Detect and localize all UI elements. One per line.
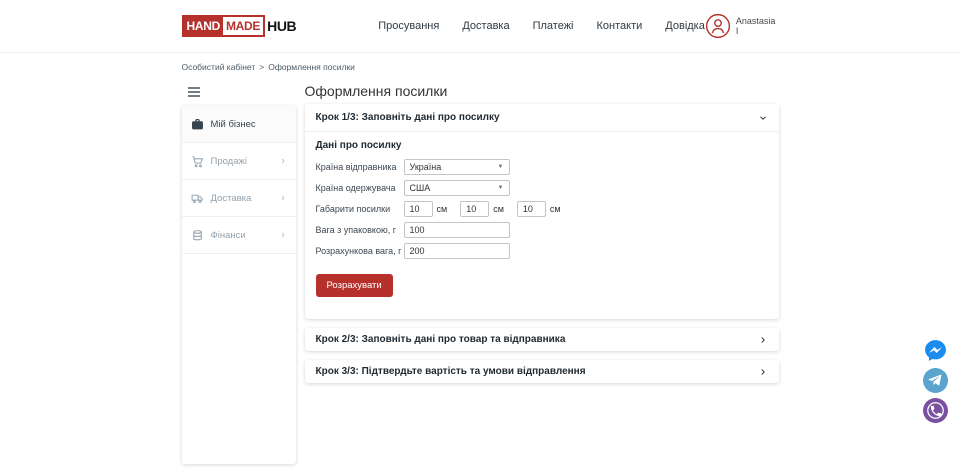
breadcrumb: Особистий кабінет> Оформлення посилки: [182, 62, 779, 72]
logo[interactable]: HAND MADE HUB: [182, 15, 297, 37]
step3-title: Крок 3/3: Підтвердьте вартість та умови …: [316, 366, 586, 377]
dimensions-label: Габарити посилки: [316, 204, 404, 214]
sidebar: Мій бізнес Продажі: [182, 84, 296, 464]
social-widgets: [923, 338, 948, 423]
chevron-right-icon: [758, 335, 768, 345]
step2-card: Крок 2/3: Заповніть дані про товар та ві…: [305, 328, 779, 351]
chevron-right-icon: [279, 194, 287, 202]
cart-icon: [191, 155, 204, 168]
header: HAND MADE HUB Просування Доставка Платеж…: [0, 0, 960, 53]
nav-delivery[interactable]: Доставка: [462, 20, 509, 32]
step3-header[interactable]: Крок 3/3: Підтвердьте вартість та умови …: [305, 360, 779, 383]
logo-text-hand: HAND: [184, 17, 223, 35]
menu-icon: [188, 85, 200, 100]
dimension-height-input[interactable]: [517, 201, 546, 217]
menu-toggle-button[interactable]: [182, 84, 206, 101]
sidebar-item-my-business[interactable]: Мій бізнес: [182, 106, 296, 143]
step2-header[interactable]: Крок 2/3: Заповніть дані про товар та ві…: [305, 328, 779, 351]
sender-country-select[interactable]: Україна ▼: [404, 159, 510, 175]
packed-weight-label: Вага з упаковкою, г: [316, 225, 404, 235]
main-nav: Просування Доставка Платежі Контакти Дов…: [378, 20, 705, 32]
chevron-right-icon: [279, 231, 287, 239]
step1-card: Крок 1/3: Заповніть дані про посилку Дан…: [305, 104, 779, 319]
receiver-country-select[interactable]: США ▼: [404, 180, 510, 196]
main-content: Оформлення посилки Крок 1/3: Заповніть д…: [305, 84, 779, 392]
coins-icon: [191, 229, 204, 242]
dimension-unit: см: [437, 204, 448, 214]
user-menu[interactable]: Anastasia I: [705, 13, 779, 39]
chevron-right-icon: [279, 157, 287, 165]
step1-header[interactable]: Крок 1/3: Заповніть дані про посилку: [305, 104, 779, 132]
breadcrumb-separator: >: [259, 62, 264, 72]
dropdown-arrow-icon: ▼: [498, 164, 504, 170]
briefcase-icon: [191, 118, 204, 131]
chevron-right-icon: [758, 367, 768, 377]
step1-title: Крок 1/3: Заповніть дані про посилку: [316, 112, 500, 123]
sidebar-item-finance[interactable]: Фінанси: [182, 217, 296, 254]
sidebar-item-sales[interactable]: Продажі: [182, 143, 296, 180]
step2-title: Крок 2/3: Заповніть дані про товар та ві…: [316, 334, 566, 345]
sidebar-item-label: Продажі: [211, 156, 247, 167]
sidebar-menu: Мій бізнес Продажі: [182, 106, 296, 464]
dimension-length-input[interactable]: [404, 201, 433, 217]
breadcrumb-home[interactable]: Особистий кабінет: [182, 62, 256, 72]
dimension-width-input[interactable]: [460, 201, 489, 217]
viber-button[interactable]: [923, 398, 948, 423]
packed-weight-input[interactable]: [404, 222, 510, 238]
sender-country-label: Країна відправника: [316, 162, 404, 172]
page-title: Оформлення посилки: [305, 84, 779, 99]
truck-icon: [191, 192, 204, 205]
logo-box: HAND MADE: [182, 15, 266, 37]
viber-icon: [923, 398, 948, 423]
messenger-button[interactable]: [923, 338, 948, 363]
nav-promotion[interactable]: Просування: [378, 20, 439, 32]
step3-card: Крок 3/3: Підтвердьте вартість та умови …: [305, 360, 779, 383]
form-section-title: Дані про посилку: [316, 140, 768, 151]
calculate-button[interactable]: Розрахувати: [316, 274, 393, 297]
calc-weight-label: Розрахункова вага, г: [316, 246, 404, 256]
nav-help[interactable]: Довідка: [665, 20, 705, 32]
parcel-form: Дані про посилку Країна відправника Укра…: [305, 132, 779, 319]
dimension-unit: см: [550, 204, 561, 214]
dimension-unit: см: [493, 204, 504, 214]
receiver-country-label: Країна одержувача: [316, 183, 404, 193]
sidebar-item-label: Фінанси: [211, 230, 246, 241]
sidebar-item-label: Мій бізнес: [211, 119, 256, 130]
user-avatar-icon: [705, 13, 731, 39]
messenger-icon: [923, 338, 948, 363]
chevron-down-icon: [758, 113, 768, 123]
telegram-icon: [923, 368, 948, 393]
calc-weight-input[interactable]: [404, 243, 510, 259]
logo-text-made: MADE: [223, 17, 263, 35]
telegram-button[interactable]: [923, 368, 948, 393]
nav-contacts[interactable]: Контакти: [597, 20, 643, 32]
nav-payments[interactable]: Платежі: [533, 20, 574, 32]
user-name: Anastasia I: [736, 16, 779, 36]
sidebar-item-delivery[interactable]: Доставка: [182, 180, 296, 217]
logo-text-hub: HUB: [267, 18, 296, 34]
breadcrumb-current: Оформлення посилки: [268, 62, 355, 72]
dropdown-arrow-icon: ▼: [498, 185, 504, 191]
sidebar-item-label: Доставка: [211, 193, 252, 204]
